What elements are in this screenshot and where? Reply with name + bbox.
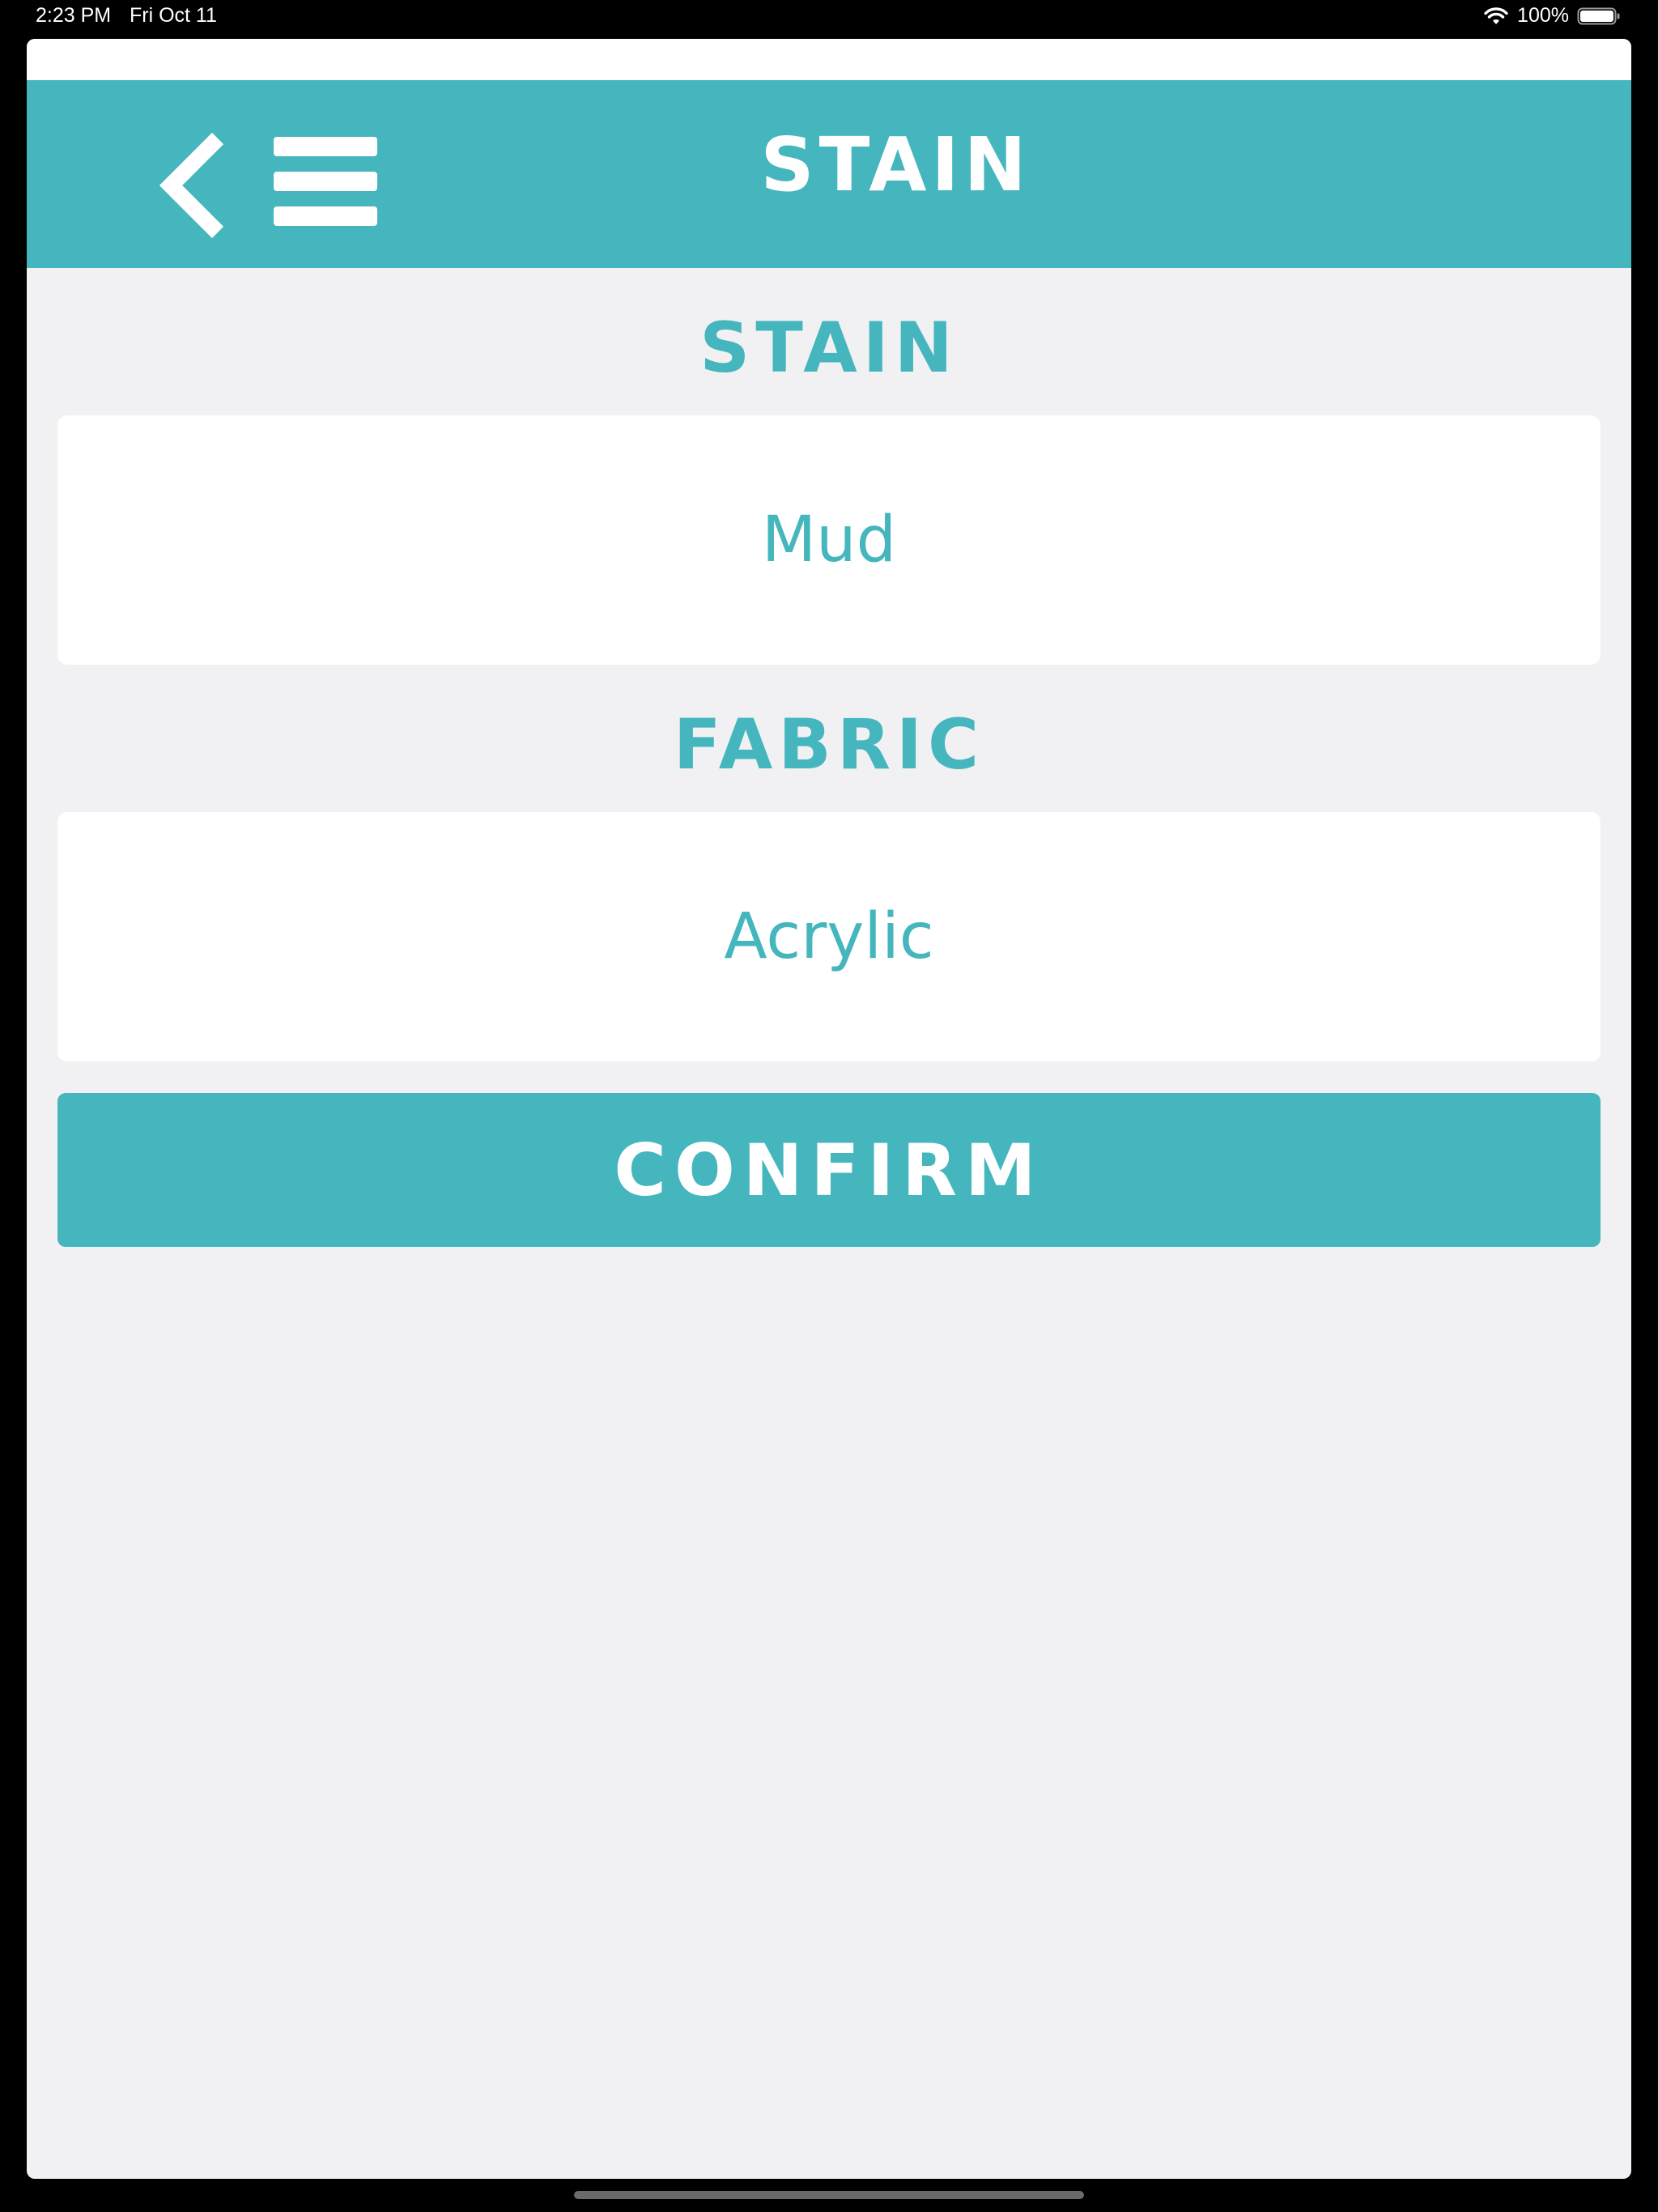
fabric-selector[interactable]: Acrylic <box>57 812 1601 1061</box>
confirm-button[interactable]: CONFIRM <box>57 1093 1601 1247</box>
status-date: Fri Oct 11 <box>130 4 217 27</box>
stain-section-label: STAIN <box>699 308 959 389</box>
battery-percentage: 100% <box>1517 4 1569 27</box>
battery-icon <box>1577 7 1620 24</box>
home-indicator[interactable] <box>574 2191 1084 2199</box>
app-window: STAIN STAIN Mud FABRIC Acrylic CONFIRM <box>27 39 1631 2179</box>
stain-value: Mud <box>761 504 897 576</box>
device-screen: 2:23 PM Fri Oct 11 100% STAIN STAIN Mud … <box>0 0 1658 2212</box>
top-safe-area <box>27 39 1631 80</box>
page-title: STAIN <box>760 121 1031 208</box>
status-time: 2:23 PM <box>36 4 112 27</box>
header-bar: STAIN <box>27 80 1631 268</box>
status-bar: 2:23 PM Fri Oct 11 100% <box>0 0 1658 39</box>
fabric-value: Acrylic <box>724 900 934 973</box>
fabric-section-label: FABRIC <box>673 704 985 785</box>
stain-selector[interactable]: Mud <box>57 415 1601 665</box>
wifi-icon <box>1484 6 1508 24</box>
status-indicators: 100% <box>1483 4 1621 28</box>
